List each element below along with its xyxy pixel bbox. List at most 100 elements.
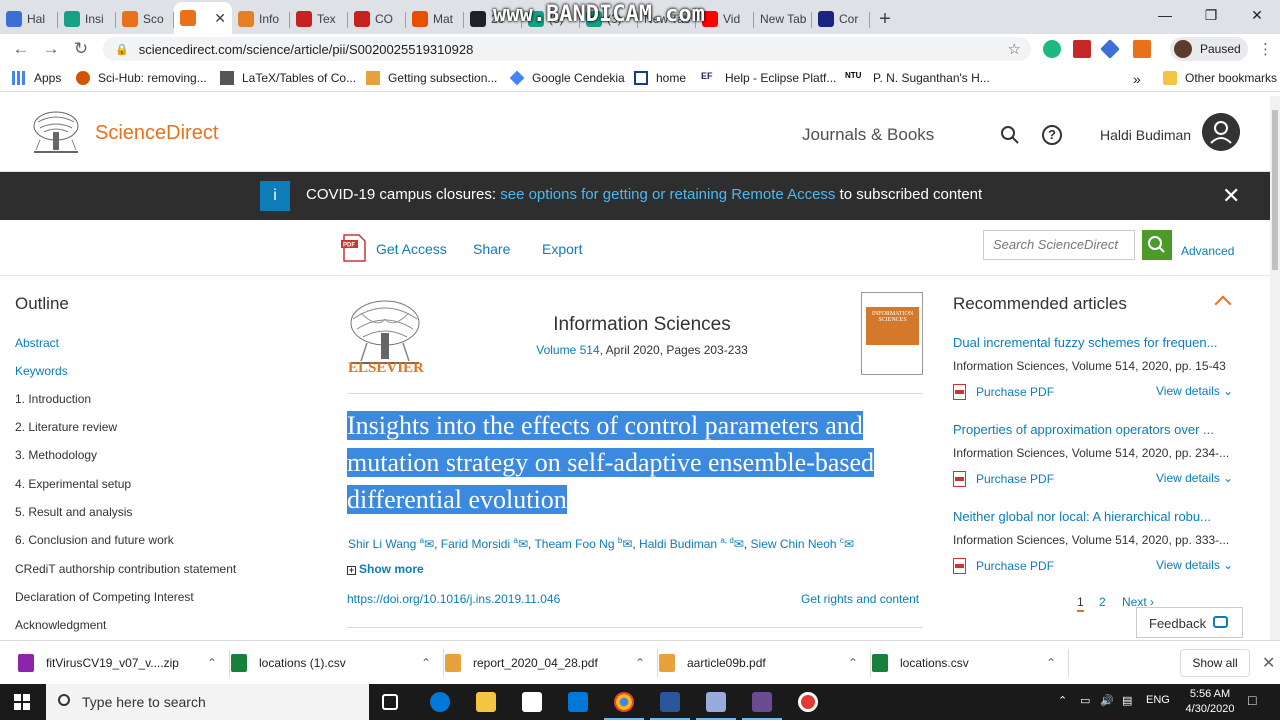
- battery-icon[interactable]: ▭: [1080, 694, 1090, 707]
- download-item[interactable]: aarticle09b.pdf ⌃: [659, 641, 862, 685]
- bookmark-star-icon[interactable]: ☆: [1008, 40, 1021, 58]
- purchase-pdf-link[interactable]: Purchase PDF: [953, 384, 1054, 400]
- forward-icon[interactable]: →: [36, 39, 66, 59]
- user-name[interactable]: Haldi Budiman: [1100, 127, 1191, 143]
- outline-item[interactable]: 5. Result and analysis: [15, 505, 132, 519]
- outline-item[interactable]: 2. Literature review: [15, 420, 117, 434]
- share-button[interactable]: Share: [473, 241, 510, 257]
- download-item[interactable]: report_2020_04_28.pdf ⌃: [445, 641, 649, 685]
- bookmark-suganthan[interactable]: NTU P. N. Suganthan's H...: [845, 71, 990, 85]
- sd-search-input[interactable]: Search ScienceDirect: [983, 230, 1135, 260]
- close-window-button[interactable]: ✕: [1234, 0, 1280, 30]
- view-details-link[interactable]: View details ⌄: [1156, 558, 1233, 572]
- export-button[interactable]: Export: [542, 241, 582, 257]
- game-app-icon[interactable]: [742, 692, 782, 720]
- tray-expand-icon[interactable]: ⌃: [1058, 694, 1067, 707]
- bookmark-subsection[interactable]: Getting subsection...: [366, 71, 497, 85]
- show-more-button[interactable]: + Show more: [347, 562, 424, 576]
- bookmark-scihub[interactable]: Sci-Hub: removing...: [76, 71, 207, 85]
- journals-books-link[interactable]: Journals & Books: [802, 125, 934, 145]
- system-clock[interactable]: 5:56 AM 4/30/2020: [1180, 687, 1240, 717]
- bookmark-latex[interactable]: LaTeX/Tables of Co...: [220, 71, 356, 85]
- volume-link[interactable]: Volume 514: [536, 343, 599, 357]
- chevron-up-icon[interactable]: ⌃: [1046, 656, 1056, 670]
- scrollbar-thumb[interactable]: [1272, 110, 1278, 270]
- kebab-menu-icon[interactable]: ⋮: [1258, 40, 1273, 58]
- diamond-extension-icon[interactable]: [1100, 39, 1120, 59]
- author-link[interactable]: Siew Chin Neoh c✉: [751, 536, 854, 551]
- profile-button[interactable]: Paused: [1170, 37, 1248, 61]
- new-tab-plus-icon[interactable]: +: [870, 4, 900, 34]
- close-tab-icon[interactable]: ✕: [214, 10, 226, 27]
- recommended-article-link[interactable]: Neither global nor local: A hierarchical…: [953, 509, 1211, 524]
- mendeley-extension-icon[interactable]: [1073, 40, 1091, 58]
- bookmark-eclipse[interactable]: EF Help - Eclipse Platf...: [701, 71, 836, 85]
- language-indicator[interactable]: ENG: [1146, 694, 1170, 706]
- journal-name[interactable]: Information Sciences: [470, 314, 814, 336]
- browser-tab-5[interactable]: Tex: [290, 4, 348, 34]
- browser-tab-2[interactable]: Sco: [116, 4, 174, 34]
- more-bookmarks-chevron-icon[interactable]: »: [1133, 71, 1141, 87]
- view-details-link[interactable]: View details ⌄: [1156, 471, 1233, 485]
- view-details-link[interactable]: View details ⌄: [1156, 384, 1233, 398]
- speaker-icon[interactable]: 🔊: [1100, 694, 1114, 707]
- chrome-icon[interactable]: [604, 692, 644, 720]
- browser-tab-13[interactable]: New Tab: [754, 4, 812, 34]
- notifications-icon[interactable]: □: [1248, 692, 1256, 708]
- help-icon[interactable]: ?: [1042, 125, 1062, 145]
- download-item[interactable]: locations.csv ⌃: [872, 641, 1060, 685]
- browser-tab-14[interactable]: Cor: [812, 4, 870, 34]
- author-link[interactable]: Haldi Budiman a, d✉: [639, 536, 744, 551]
- page-2[interactable]: 2: [1099, 595, 1106, 609]
- author-link[interactable]: Shir Li Wang a✉: [348, 536, 434, 551]
- browser-tab-7[interactable]: Mat: [406, 4, 464, 34]
- browser-tab-6[interactable]: CO: [348, 4, 406, 34]
- outline-item[interactable]: Declaration of Competing Interest: [15, 590, 194, 604]
- search-icon[interactable]: [1000, 125, 1020, 145]
- pdf-icon[interactable]: PDF: [340, 234, 368, 262]
- edge-icon[interactable]: [430, 692, 450, 712]
- chevron-up-icon[interactable]: ⌃: [421, 656, 431, 670]
- notes-app-icon[interactable]: [696, 692, 736, 720]
- address-bar[interactable]: 🔒 sciencedirect.com/science/article/pii/…: [103, 37, 1031, 61]
- bandicam-record-icon[interactable]: [798, 692, 818, 712]
- chevron-up-icon[interactable]: ⌃: [848, 656, 858, 670]
- other-bookmarks[interactable]: Other bookmarks: [1163, 71, 1277, 85]
- store-icon[interactable]: [522, 692, 542, 712]
- elsevier-tree-logo-icon[interactable]: [30, 110, 82, 156]
- file-explorer-icon[interactable]: [476, 692, 496, 712]
- get-access-button[interactable]: Get Access: [376, 241, 447, 257]
- back-icon[interactable]: ←: [6, 39, 36, 59]
- outline-item[interactable]: Keywords: [15, 364, 68, 378]
- task-view-icon[interactable]: [382, 694, 398, 710]
- page-1[interactable]: 1: [1077, 595, 1084, 612]
- journal-cover[interactable]: INFORMATION SCIENCES: [861, 292, 923, 375]
- reload-icon[interactable]: ↻: [66, 39, 96, 59]
- download-item[interactable]: fitVirusCV19_v07_v....zip ⌃: [18, 641, 221, 685]
- user-avatar-icon[interactable]: [1202, 113, 1240, 151]
- outline-item[interactable]: 1. Introduction: [15, 392, 91, 406]
- collapse-chevron-icon[interactable]: [1214, 295, 1232, 313]
- minimize-button[interactable]: —: [1142, 0, 1188, 30]
- bookmark-home[interactable]: home: [634, 71, 686, 85]
- restore-button[interactable]: ❐: [1188, 0, 1234, 30]
- remote-access-link[interactable]: see options for getting or retaining Rem…: [500, 186, 835, 203]
- page-scrollbar[interactable]: [1270, 96, 1280, 640]
- rights-link[interactable]: Get rights and content: [801, 592, 919, 606]
- windows-start-icon[interactable]: [14, 694, 30, 710]
- browser-tab-3[interactable]: ✕: [174, 2, 232, 34]
- advanced-search-link[interactable]: Advanced: [1181, 244, 1234, 258]
- taskbar-search-input[interactable]: Type here to search: [46, 684, 369, 720]
- chevron-up-icon[interactable]: ⌃: [635, 656, 645, 670]
- network-icon[interactable]: ▤: [1122, 694, 1132, 707]
- feedback-button[interactable]: Feedback: [1136, 607, 1243, 638]
- outline-item[interactable]: 4. Experimental setup: [15, 477, 131, 491]
- purchase-pdf-link[interactable]: Purchase PDF: [953, 471, 1054, 487]
- chevron-up-icon[interactable]: ⌃: [207, 656, 217, 670]
- outline-item[interactable]: Acknowledgment: [15, 618, 106, 632]
- doi-link[interactable]: https://doi.org/10.1016/j.ins.2019.11.04…: [347, 592, 560, 606]
- close-icon[interactable]: ✕: [1222, 183, 1240, 209]
- outline-item[interactable]: 6. Conclusion and future work: [15, 533, 174, 547]
- author-link[interactable]: Theam Foo Ng b✉: [534, 536, 632, 551]
- browser-tab-1[interactable]: Insi: [58, 4, 116, 34]
